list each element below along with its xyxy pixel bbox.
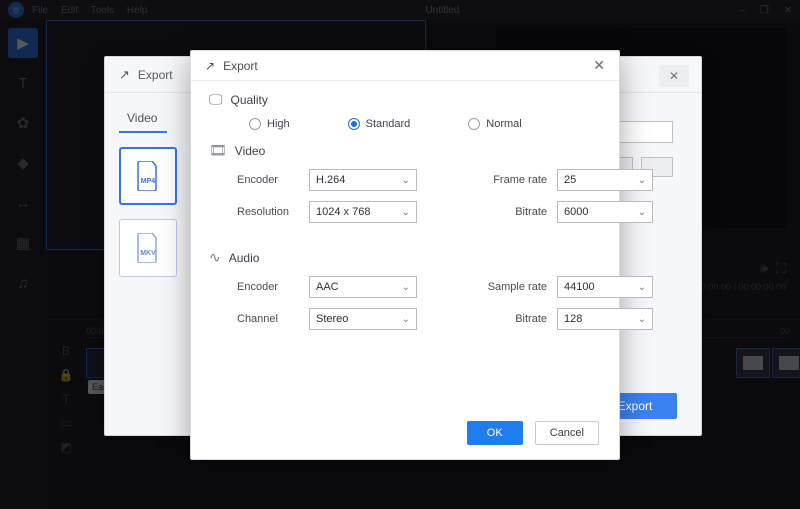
cancel-button[interactable]: Cancel (535, 421, 599, 445)
framerate-select[interactable]: 25⌄ (557, 169, 653, 191)
dialog2-title: Export (223, 59, 258, 73)
quality-title: Quality (231, 93, 268, 107)
chevron-down-icon: ⌄ (402, 314, 410, 325)
quality-normal-radio[interactable]: Normal (468, 118, 521, 130)
export-settings-dialog: ↗ Export ✕ 🖵 Quality High Standard Norma… (190, 50, 620, 460)
format-mp4[interactable]: MP4 (119, 147, 177, 205)
video-title: Video (235, 144, 265, 158)
chevron-down-icon: ⌄ (402, 175, 410, 186)
audio-section: ∿ Audio Encoder AAC⌄ Sample rate 44100⌄ … (191, 239, 619, 332)
audio-bitrate-select[interactable]: 128⌄ (557, 308, 653, 330)
channel-select[interactable]: Stereo⌄ (309, 308, 417, 330)
dialog1-tab-video[interactable]: Video (119, 105, 167, 133)
chevron-down-icon: ⌄ (638, 282, 646, 293)
label-audio-encoder: Encoder (237, 281, 299, 293)
chevron-down-icon: ⌄ (402, 282, 410, 293)
dialog2-buttons: OK Cancel (467, 421, 599, 445)
label-samplerate: Sample rate (485, 281, 547, 293)
format-mkv[interactable]: MKV (119, 219, 177, 277)
resolution-select[interactable]: 1024 x 768⌄ (309, 201, 417, 223)
dialog1-title: Export (138, 68, 173, 82)
chevron-down-icon: ⌄ (638, 175, 646, 186)
film-icon: 🎞 (209, 142, 227, 159)
dialog2-close-button[interactable]: ✕ (593, 57, 605, 74)
dialog1-sidebar: Video MP4 MKV (119, 105, 197, 277)
dialog2-header: ↗ Export ✕ (191, 51, 619, 81)
video-section: 🎞 Video Encoder H.264⌄ Frame rate 25⌄ Re… (191, 132, 619, 225)
audio-title: Audio (229, 251, 260, 265)
quality-standard-radio[interactable]: Standard (348, 118, 411, 130)
label-video-bitrate: Bitrate (485, 206, 547, 218)
label-video-encoder: Encoder (237, 174, 299, 186)
chevron-down-icon: ⌄ (638, 314, 646, 325)
quality-section: 🖵 Quality High Standard Normal (191, 81, 619, 132)
quality-high-radio[interactable]: High (249, 118, 290, 130)
export-icon: ↗ (119, 67, 130, 83)
monitor-icon: 🖵 (209, 91, 223, 108)
ok-button[interactable]: OK (467, 421, 523, 445)
export-icon: ↗ (205, 59, 215, 73)
video-encoder-select[interactable]: H.264⌄ (309, 169, 417, 191)
chevron-down-icon: ⌄ (638, 207, 646, 218)
chevron-down-icon: ⌄ (402, 207, 410, 218)
svg-text:MKV: MKV (140, 250, 156, 257)
label-audio-bitrate: Bitrate (485, 313, 547, 325)
svg-text:MP4: MP4 (141, 178, 156, 185)
samplerate-select[interactable]: 44100⌄ (557, 276, 653, 298)
label-resolution: Resolution (237, 206, 299, 218)
label-framerate: Frame rate (485, 174, 547, 186)
dialog1-close-button[interactable]: ✕ (659, 65, 689, 87)
audio-encoder-select[interactable]: AAC⌄ (309, 276, 417, 298)
waveform-icon: ∿ (209, 249, 221, 266)
video-bitrate-select[interactable]: 6000⌄ (557, 201, 653, 223)
label-channel: Channel (237, 313, 299, 325)
